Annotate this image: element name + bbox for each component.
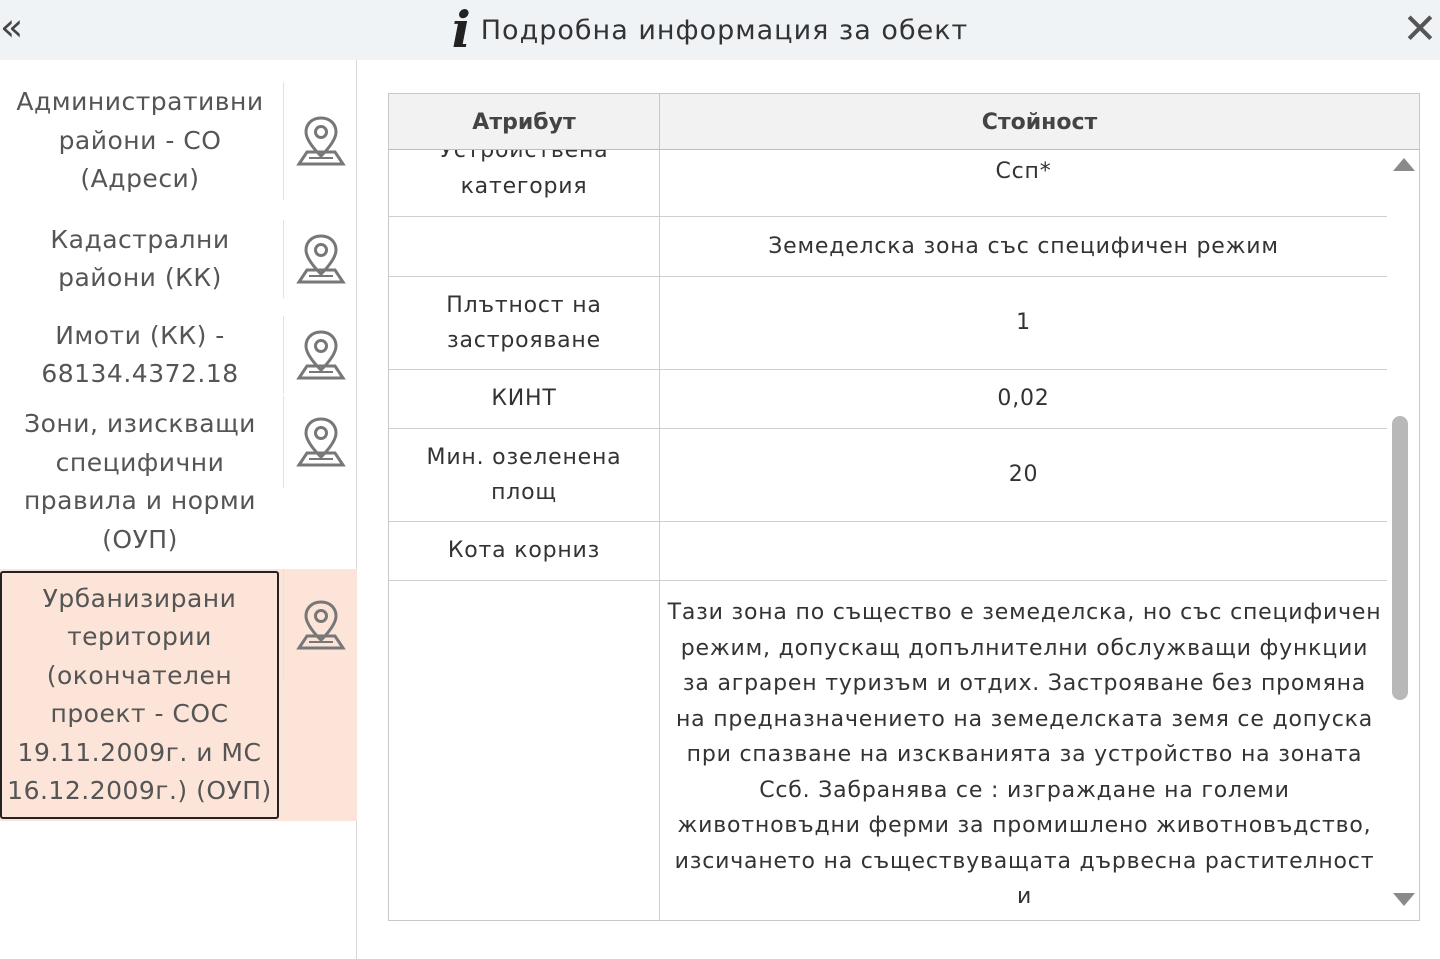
table-row: КИНТ 0,02 bbox=[389, 370, 1387, 429]
table-row: Устройствена категория Ссп* bbox=[389, 150, 1387, 217]
map-pin-icon bbox=[295, 600, 346, 650]
layer-item[interactable]: Имоти (КК) - 68134.4372.18 bbox=[0, 316, 357, 394]
table-cell-attribute: Кота корниз bbox=[389, 522, 660, 580]
table-row: Плътност на застрояване 1 bbox=[389, 277, 1387, 370]
table-row: Тази зона по същество е земеделска, но с… bbox=[389, 581, 1387, 920]
table-row: Земеделска зона със специфичен режим bbox=[389, 217, 1387, 277]
table-row: Кота корниз bbox=[389, 522, 1387, 581]
map-pin-icon bbox=[295, 417, 346, 467]
table-cell-attribute: Устройствена категория bbox=[389, 150, 660, 216]
info-icon: i bbox=[451, 0, 471, 59]
dialog-title: Подробна информация за обект bbox=[480, 14, 969, 46]
close-button[interactable]: ✕ bbox=[1400, 4, 1440, 54]
dialog-title-group: i Подробна информация за обект bbox=[0, 0, 1440, 60]
table-cell-value: 1 bbox=[1016, 310, 1031, 336]
table-cell-attribute: Мин. озеленена площ bbox=[389, 429, 660, 521]
scroll-up-arrow-icon[interactable] bbox=[1393, 158, 1415, 171]
zoom-to-layer-button[interactable] bbox=[283, 396, 357, 488]
scroll-thumb[interactable] bbox=[1392, 416, 1408, 700]
layer-item[interactable]: Зони, изискващи специфични правила и нор… bbox=[0, 396, 357, 568]
map-pin-icon bbox=[295, 116, 346, 166]
layer-item-label[interactable]: Урбанизирани територии (окончателен прое… bbox=[0, 571, 279, 819]
table-cell-attribute: КИНТ bbox=[389, 370, 660, 428]
table-cell-value: 0,02 bbox=[997, 386, 1050, 412]
layer-item-label[interactable]: Имоти (КК) - 68134.4372.18 bbox=[0, 316, 280, 394]
layer-item-selected[interactable]: Урбанизирани територии (окончателен прое… bbox=[0, 569, 357, 821]
layer-item-label[interactable]: Зони, изискващи специфични правила и нор… bbox=[0, 396, 280, 568]
table-body[interactable]: Устройствена категория Ссп* Земеделска з… bbox=[389, 150, 1387, 920]
map-pin-icon bbox=[295, 234, 346, 284]
table-cell-value bbox=[660, 522, 1387, 580]
zoom-to-layer-button[interactable] bbox=[283, 82, 357, 200]
layer-item-label[interactable]: Кадастрални райони (КК) bbox=[0, 220, 280, 298]
column-header-attribute: Атрибут bbox=[389, 94, 660, 150]
table-cell-attribute bbox=[389, 217, 660, 276]
table-cell-value: Земеделска зона със специфичен режим bbox=[768, 233, 1279, 259]
scroll-down-arrow-icon[interactable] bbox=[1393, 893, 1415, 906]
layer-item[interactable]: Административни райони - СО (Адреси) bbox=[0, 82, 357, 200]
zoom-to-layer-button[interactable] bbox=[283, 316, 357, 394]
layer-list: Административни райони - СО (Адреси) Кад… bbox=[0, 60, 357, 959]
layer-item[interactable]: Кадастрални райони (КК) bbox=[0, 220, 357, 298]
layer-item-label[interactable]: Административни райони - СО (Адреси) bbox=[0, 82, 280, 200]
table-cell-value: 20 bbox=[1008, 462, 1039, 488]
dialog-header: « i Подробна информация за обект ✕ bbox=[0, 0, 1440, 60]
zoom-to-layer-button[interactable] bbox=[283, 220, 357, 298]
column-header-value: Стойност bbox=[981, 109, 1098, 135]
table-row: Мин. озеленена площ 20 bbox=[389, 429, 1387, 522]
table-cell-attribute: Плътност на застрояване bbox=[389, 277, 660, 369]
table-scrollbar[interactable] bbox=[1387, 150, 1419, 920]
table-cell-value: Тази зона по същество е земеделска, но с… bbox=[667, 600, 1382, 909]
table-header: Атрибут Стойност bbox=[389, 94, 1419, 150]
map-pin-icon bbox=[295, 330, 346, 380]
table-cell-attribute bbox=[389, 581, 660, 920]
zoom-to-layer-button[interactable] bbox=[283, 569, 357, 681]
table-cell-value: Ссп* bbox=[995, 159, 1052, 184]
attribute-table: Атрибут Стойност Устройствена категория … bbox=[388, 93, 1420, 921]
